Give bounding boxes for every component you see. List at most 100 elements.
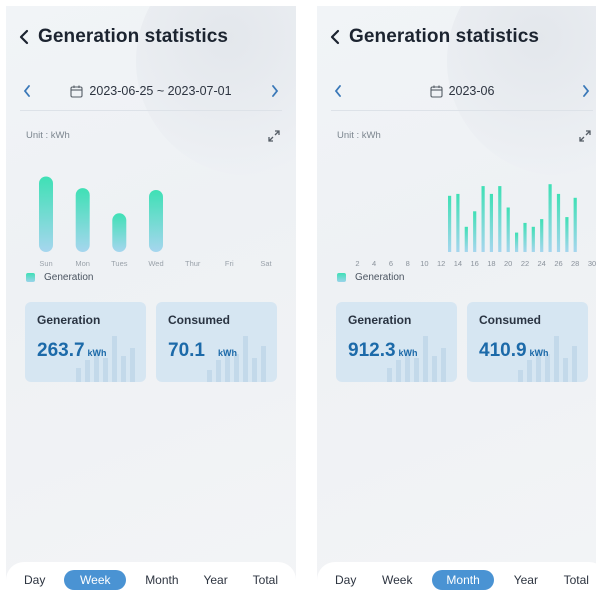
card-label: Consumed	[479, 313, 542, 327]
chart-bar	[473, 211, 477, 252]
card-number: 263.7	[37, 340, 85, 361]
x-tick-label: Mon	[75, 259, 90, 268]
card-number: 912.3	[348, 340, 396, 361]
back-arrow-icon[interactable]	[14, 27, 34, 47]
consumed-card[interactable]: Consumed 70.1 kWh	[156, 302, 277, 382]
legend-swatch	[337, 273, 346, 282]
tab-year[interactable]: Year	[197, 570, 233, 590]
chart-bar	[464, 226, 468, 252]
next-period-icon[interactable]	[579, 84, 593, 98]
x-tick-label: 22	[521, 259, 529, 268]
generation-bar-chart: 2 4 6 8 10 12 14 16 18 20 22 24 26 28 30	[355, 184, 596, 268]
tab-total[interactable]: Total	[247, 570, 284, 590]
date-range-label: 2023-06-25 ~ 2023-07-01	[89, 84, 232, 98]
tab-week[interactable]: Week	[376, 570, 418, 590]
period-tab-bar: Day Week Month Year Total	[6, 562, 296, 598]
divider	[20, 110, 282, 111]
chart-bar	[149, 190, 163, 252]
card-value: 263.7 kWh	[37, 340, 107, 362]
tab-month[interactable]: Month	[432, 570, 495, 590]
chart-bar	[39, 176, 53, 252]
x-tick-label: 26	[554, 259, 562, 268]
card-label: Generation	[348, 313, 412, 327]
expand-icon[interactable]	[268, 130, 280, 142]
card-value: 912.3 kWh	[348, 340, 418, 362]
x-tick-label: 30	[588, 259, 596, 268]
header: Generation statistics	[325, 24, 596, 50]
card-label: Generation	[37, 313, 101, 327]
generation-card[interactable]: Generation 912.3 kWh	[336, 302, 457, 382]
x-tick-label: 28	[571, 259, 579, 268]
chart-bar	[565, 217, 569, 252]
card-value: 70.1 kWh	[168, 340, 237, 362]
date-range-label: 2023-06	[448, 84, 495, 98]
previous-period-icon[interactable]	[20, 84, 34, 98]
page-title: Generation statistics	[38, 26, 229, 47]
tab-month[interactable]: Month	[139, 570, 184, 590]
card-unit: kWh	[529, 348, 549, 358]
x-tick-label: Sat	[260, 259, 272, 268]
chart-bar	[112, 213, 127, 252]
divider	[331, 110, 593, 111]
chart-bar	[556, 193, 561, 252]
x-tick-label: 2	[355, 259, 359, 268]
calendar-icon	[430, 85, 443, 98]
chart-bar	[506, 207, 510, 252]
tab-week[interactable]: Week	[64, 570, 127, 590]
card-unit: kWh	[87, 348, 107, 358]
expand-icon[interactable]	[579, 130, 591, 142]
date-picker[interactable]: 2023-06	[430, 84, 495, 98]
chart-bar	[489, 193, 493, 252]
tab-year[interactable]: Year	[508, 570, 544, 590]
chart-bar	[456, 193, 460, 252]
x-tick-label: 4	[372, 259, 376, 268]
header: Generation statistics	[14, 24, 288, 50]
next-period-icon[interactable]	[268, 84, 282, 98]
chart-legend: Generation	[337, 272, 404, 283]
chart-bar	[531, 226, 535, 252]
card-unit: kWh	[398, 348, 418, 358]
card-unit: kWh	[217, 348, 237, 358]
consumed-card[interactable]: Consumed 410.9 kWh	[467, 302, 588, 382]
chart-bar	[448, 195, 452, 252]
unit-label: Unit : kWh	[26, 130, 70, 141]
x-tick-label: Wed	[148, 259, 163, 268]
x-tick-label: 14	[454, 259, 462, 268]
chart-legend: Generation	[26, 272, 93, 283]
x-tick-label: 16	[471, 259, 479, 268]
screen-month: Generation statistics 2023-06 Unit : kWh…	[317, 6, 596, 598]
chart-bar	[573, 197, 577, 252]
card-number: 410.9	[479, 340, 527, 361]
tab-total[interactable]: Total	[558, 570, 595, 590]
unit-label: Unit : kWh	[337, 130, 381, 141]
x-tick-label: Thur	[185, 259, 201, 268]
legend-swatch	[26, 273, 35, 282]
back-arrow-icon[interactable]	[325, 27, 345, 47]
previous-period-icon[interactable]	[331, 84, 345, 98]
chart-bar	[523, 222, 527, 252]
chart-bar	[498, 186, 502, 252]
date-picker[interactable]: 2023-06-25 ~ 2023-07-01	[70, 84, 232, 98]
calendar-icon	[70, 85, 83, 98]
x-tick-label: 20	[504, 259, 512, 268]
x-tick-label: 24	[538, 259, 546, 268]
chart-bar	[75, 188, 90, 252]
x-tick-label: 8	[406, 259, 410, 268]
card-value: 410.9 kWh	[479, 340, 549, 362]
generation-card[interactable]: Generation 263.7 kWh	[25, 302, 146, 382]
screen-week: Generation statistics 2023-06-25 ~ 2023-…	[6, 6, 296, 598]
tab-day[interactable]: Day	[329, 570, 362, 590]
tab-day[interactable]: Day	[18, 570, 51, 590]
chart-bar	[481, 186, 485, 252]
x-tick-label: Fri	[225, 259, 234, 268]
legend-label: Generation	[44, 272, 94, 283]
app-root: Generation statistics 2023-06-25 ~ 2023-…	[0, 0, 596, 598]
chart-bar	[540, 219, 544, 252]
card-label: Consumed	[168, 313, 231, 327]
generation-bar-chart: Sun Mon Tues Wed Thur Fri Sat	[39, 176, 273, 268]
legend-label: Generation	[355, 272, 405, 283]
x-tick-label: Tues	[111, 259, 128, 268]
card-number: 70.1	[168, 340, 205, 361]
date-selector: 2023-06	[331, 80, 593, 102]
x-tick-label: 18	[487, 259, 495, 268]
